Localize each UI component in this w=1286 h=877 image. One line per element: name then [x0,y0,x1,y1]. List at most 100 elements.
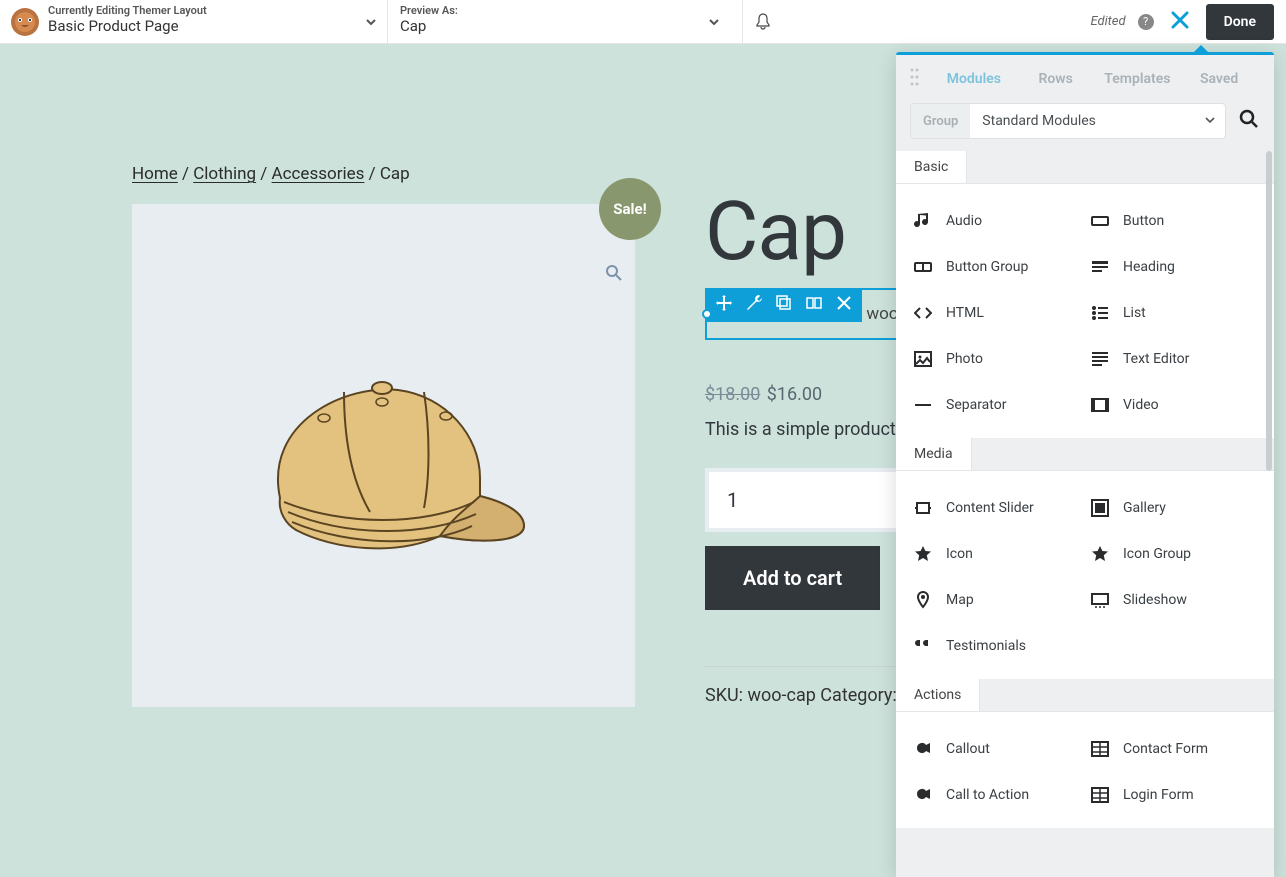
gallery-icon [1091,499,1109,517]
module-call-to-action[interactable]: Call to Action [914,772,1087,818]
scrollbar[interactable] [1266,151,1272,471]
wrench-icon[interactable] [746,295,762,316]
heading-icon [1091,258,1109,276]
remove-icon[interactable] [836,295,852,316]
sku-value: woo-cap [747,685,815,706]
module-label: Content Slider [946,500,1034,516]
move-icon[interactable] [716,295,732,316]
module-contact-form[interactable]: Contact Form [1091,726,1264,772]
zoom-icon[interactable] [605,264,623,286]
module-video[interactable]: Video [1091,382,1264,428]
button-group-icon [914,258,932,276]
resize-handle[interactable] [702,309,712,319]
video-icon [1091,396,1109,414]
preview-label: Preview As: [400,4,698,17]
icon-group-icon [1091,545,1109,563]
group-label: Group [911,104,970,138]
section-header[interactable]: Actions [896,679,980,711]
module-slideshow[interactable]: Slideshow [1091,577,1264,623]
separator-icon [914,396,932,414]
module-label: Text Editor [1123,351,1189,367]
price-new: $16.00 [767,384,822,405]
section-header[interactable]: Basic [896,151,967,183]
done-button[interactable]: Done [1206,4,1274,40]
group-value: Standard Modules [970,113,1195,129]
module-heading[interactable]: Heading [1091,244,1264,290]
panel-arrow [1192,45,1210,54]
preview-selector[interactable]: Preview As: Cap [388,0,743,43]
module-login-form[interactable]: Login Form [1091,772,1264,818]
map-icon [914,591,932,609]
section-header[interactable]: Media [896,438,972,470]
search-button[interactable] [1238,108,1260,134]
tab-templates[interactable]: Templates [1097,71,1179,87]
module-testimonials[interactable]: Testimonials [914,623,1087,669]
photo-icon [914,350,932,368]
module-label: Contact Form [1123,741,1208,757]
close-panel-button[interactable] [1162,8,1198,36]
text-icon [1091,350,1109,368]
module-icon[interactable]: Icon [914,531,1087,577]
add-to-cart-button[interactable]: Add to cart [705,546,880,610]
module-label: Icon [946,546,973,562]
top-bar: Currently Editing Themer Layout Basic Pr… [0,0,1286,44]
module-callout[interactable]: Callout [914,726,1087,772]
icon-icon [914,545,932,563]
module-label: HTML [946,305,984,321]
module-label: Heading [1123,259,1175,275]
module-separator[interactable]: Separator [914,382,1087,428]
chevron-down-icon [355,4,387,39]
list-icon [1091,304,1109,322]
modules-panel: Modules Rows Templates Saved Group Stand… [896,52,1274,877]
module-html[interactable]: HTML [914,290,1087,336]
slideshow-icon [1091,591,1109,609]
form-icon [1091,786,1109,804]
button-icon [1091,212,1109,230]
duplicate-icon[interactable] [776,295,792,316]
help-icon[interactable]: ? [1138,14,1154,30]
module-audio[interactable]: Audio [914,198,1087,244]
editing-selector[interactable]: Currently Editing Themer Layout Basic Pr… [48,0,388,43]
chevron-down-icon [1195,115,1225,128]
section-body: Callout Contact Form Call to Action Login F… [896,711,1274,828]
module-button-group[interactable]: Button Group [914,244,1087,290]
group-select[interactable]: Group Standard Modules [910,103,1226,139]
columns-icon[interactable] [806,295,822,316]
product-image-column: Sale! [132,204,635,707]
module-label: Button [1123,213,1164,229]
module-content-slider[interactable]: Content Slider [914,485,1087,531]
edited-label: Edited [1090,14,1125,29]
module-list[interactable]: List [1091,290,1264,336]
module-icon-group[interactable]: Icon Group [1091,531,1264,577]
tab-modules[interactable]: Modules [933,71,1015,87]
product-image[interactable]: Sale! [132,204,635,707]
tab-saved[interactable]: Saved [1178,71,1260,87]
module-label: Testimonials [946,638,1026,654]
tab-rows[interactable]: Rows [1015,71,1097,87]
panel-tabs: Modules Rows Templates Saved [896,55,1274,103]
module-gallery[interactable]: Gallery [1091,485,1264,531]
sale-badge: Sale! [599,178,661,240]
module-text-editor[interactable]: Text Editor [1091,336,1264,382]
module-label: Audio [946,213,982,229]
notifications-button[interactable] [743,0,783,43]
module-map[interactable]: Map [914,577,1087,623]
module-button[interactable]: Button [1091,198,1264,244]
section-body: Audio Button Button Group Heading HTML List Ph… [896,183,1274,438]
module-label: Icon Group [1123,546,1191,562]
breadcrumb-accessories[interactable]: Accessories [272,164,365,184]
slider-icon [914,499,932,517]
breadcrumb-clothing[interactable]: Clothing [193,164,256,184]
module-label: Separator [946,397,1006,413]
module-label: Photo [946,351,983,367]
breadcrumb-home[interactable]: Home [132,164,178,184]
module-photo[interactable]: Photo [914,336,1087,382]
testimonials-icon [914,637,932,655]
breadcrumb-current: Cap [380,164,410,184]
sku-label: SKU: [705,685,747,706]
chevron-down-icon [698,4,730,39]
module-label: Call to Action [946,787,1029,803]
module-label: List [1123,305,1146,321]
modules-scroll-area[interactable]: Basic Audio Button Button Group Heading HTML L… [896,151,1274,877]
drag-grip-icon[interactable] [910,67,919,91]
